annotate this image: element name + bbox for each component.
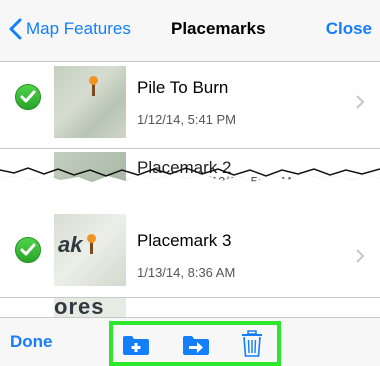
list-item[interactable]: ores [54,298,126,317]
done-button[interactable]: Done [10,332,53,352]
close-button[interactable]: Close [326,19,372,39]
map-label-text: ores [54,298,105,317]
back-button[interactable]: Map Features [8,18,131,40]
map-label-text: ak [58,232,83,257]
map-thumbnail: ak [54,214,126,286]
placemark-name: Placemark 3 [137,231,232,250]
checkmark-icon[interactable] [15,84,41,110]
placemark-name: Pile To Burn [137,78,229,97]
chevron-right-icon [356,249,365,263]
list-item[interactable]: Pile To Burn 1/12/14, 5:41 PM [0,62,380,152]
placemark-date: 1/13/14, 8:36 AM [137,265,236,280]
map-pin-icon [89,76,98,96]
chevron-right-icon [356,95,365,109]
chevron-left-icon [9,18,22,40]
placemark-date: 1/12/14, 5:41 PM [137,112,237,127]
highlight-box [109,321,281,366]
map-thumbnail [54,66,126,138]
checkmark-icon[interactable] [15,237,41,263]
divider [0,148,380,149]
navigation-bar: Map Features Placemarks Close [0,0,380,62]
back-button-label: Map Features [26,19,131,38]
list-item[interactable]: ak Placemark 3 1/13/14, 8:36 AM [0,204,380,294]
map-pin-icon [87,234,96,254]
page-title: Placemarks [171,19,266,38]
torn-edge [0,167,380,200]
